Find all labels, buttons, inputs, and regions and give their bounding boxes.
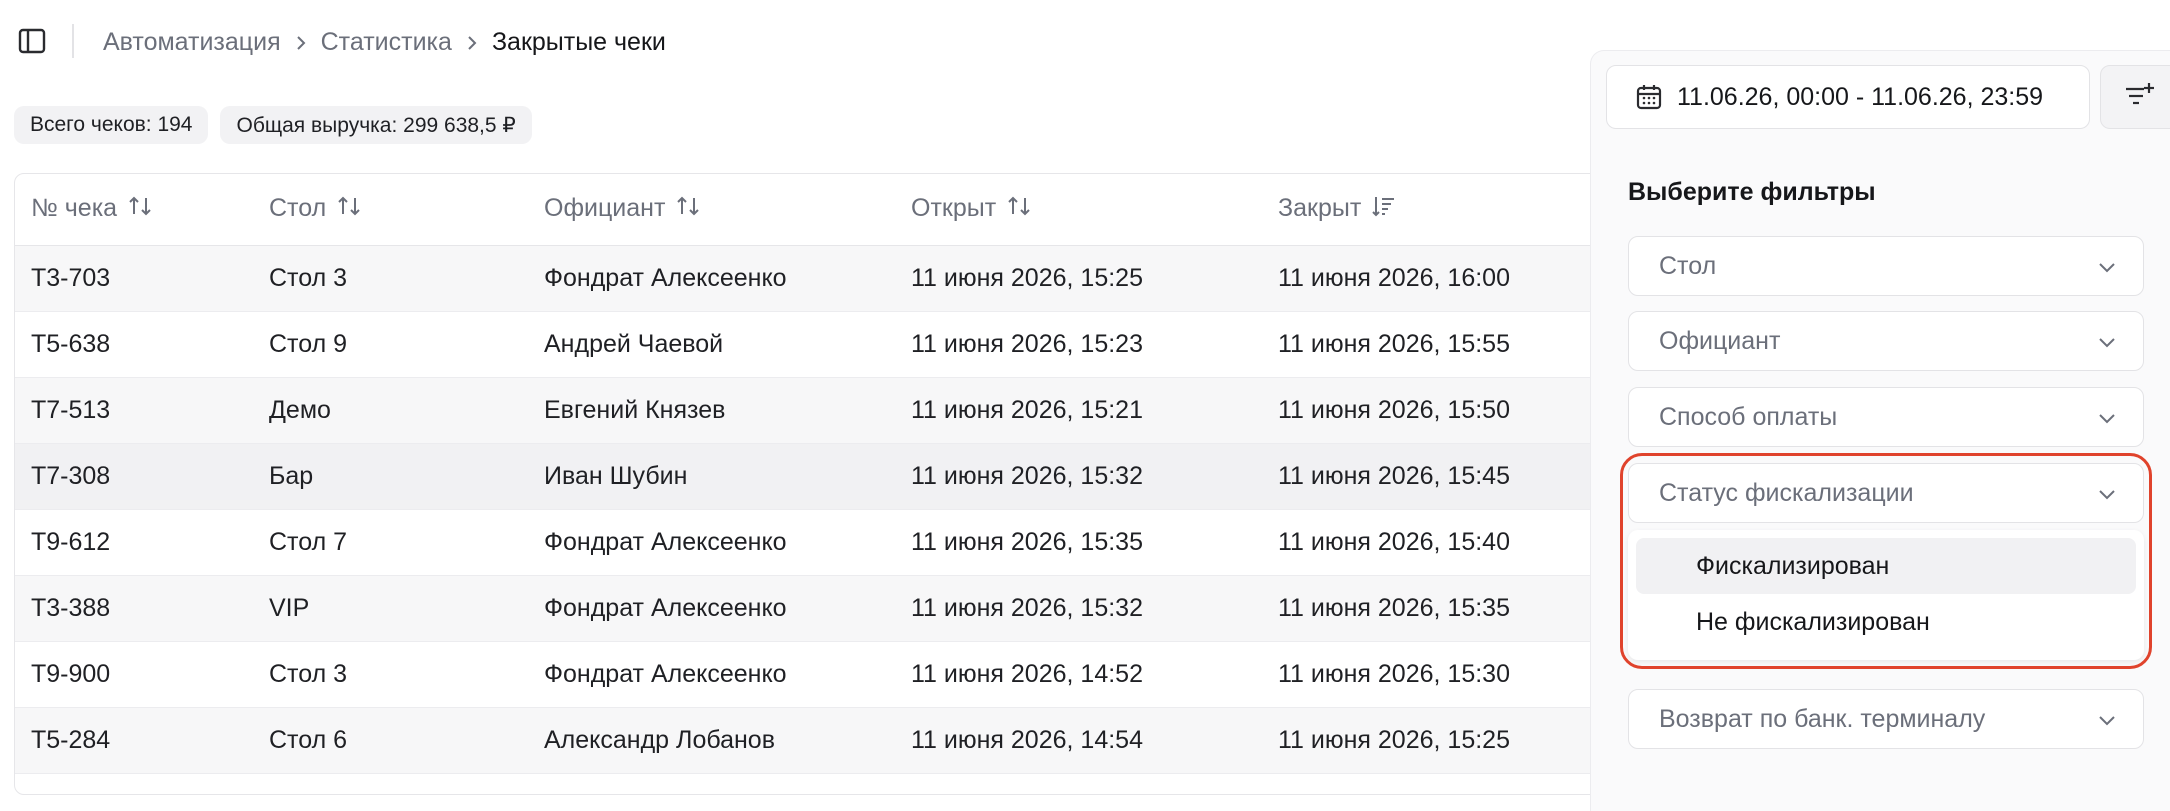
select-label: Способ оплаты bbox=[1659, 402, 1838, 431]
cell-waiter: Фондрат Алексеенко bbox=[528, 641, 895, 708]
column-header-waiter[interactable]: Официант bbox=[528, 174, 895, 246]
cell-check-number: T5-638 bbox=[15, 311, 253, 378]
sort-descending-icon[interactable] bbox=[1371, 194, 1397, 225]
cell-opened: 11 июня 2026, 15:23 bbox=[895, 311, 1262, 378]
cell-check-number: T3-388 bbox=[15, 575, 253, 642]
top-bar: Автоматизация Статистика Закрытые чеки bbox=[0, 0, 1600, 84]
cell-opened: 11 июня 2026, 14:52 bbox=[895, 641, 1262, 708]
table-row[interactable]: T3-703 Стол 3 Фондрат Алексеенко 11 июня… bbox=[15, 245, 1655, 312]
table-row[interactable]: T7-308 Бар Иван Шубин 11 июня 2026, 15:3… bbox=[15, 443, 1655, 510]
cell-waiter: Александр Лобанов bbox=[528, 707, 895, 774]
filter-add-icon bbox=[2123, 80, 2157, 115]
select-label: Стол bbox=[1659, 251, 1717, 280]
cell-waiter: Андрей Чаевой bbox=[528, 311, 895, 378]
chevron-down-icon bbox=[2097, 252, 2117, 281]
table-row[interactable]: T9-900 Стол 3 Фондрат Алексеенко 11 июня… bbox=[15, 641, 1655, 708]
table-row[interactable]: T5-284 Стол 6 Александр Лобанов 11 июня … bbox=[15, 707, 1655, 774]
cell-check-number: T7-513 bbox=[15, 377, 253, 444]
chevron-down-icon bbox=[2097, 403, 2117, 432]
cell-waiter: Евгений Князев bbox=[528, 377, 895, 444]
chevron-right-icon bbox=[281, 28, 321, 57]
cell-opened: 11 июня 2026, 15:21 bbox=[895, 377, 1262, 444]
cell-table: VIP bbox=[253, 575, 528, 642]
table-row[interactable]: T5-638 Стол 9 Андрей Чаевой 11 июня 2026… bbox=[15, 311, 1655, 378]
cell-opened: 11 июня 2026, 15:32 bbox=[895, 575, 1262, 642]
cell-waiter: Фондрат Алексеенко bbox=[528, 245, 895, 312]
total-checks-badge: Всего чеков: 194 bbox=[14, 106, 209, 144]
cell-check-number: T9-612 bbox=[15, 509, 253, 576]
cell-table: Бар bbox=[253, 443, 528, 510]
select-label: Возврат по банк. терминалу bbox=[1659, 704, 1986, 733]
cell-table: Стол 3 bbox=[253, 641, 528, 708]
cell-table: Стол 9 bbox=[253, 311, 528, 378]
cell-opened: 11 июня 2026, 15:25 bbox=[895, 245, 1262, 312]
stats-bar: Всего чеков: 194 Общая выручка: 299 638,… bbox=[14, 106, 532, 144]
cell-waiter: Фондрат Алексеенко bbox=[528, 509, 895, 576]
cell-opened: 11 июня 2026, 14:54 bbox=[895, 707, 1262, 774]
checks-table: № чека Стол Официант Открыт Закрыт T3-70… bbox=[14, 173, 1656, 795]
date-range-value: 11.06.26, 00:00 - 11.06.26, 23:59 bbox=[1677, 82, 2044, 111]
chevron-down-icon bbox=[2097, 327, 2117, 356]
cell-check-number: T9-900 bbox=[15, 641, 253, 708]
cell-table: Демо bbox=[253, 377, 528, 444]
sort-icon[interactable] bbox=[675, 194, 701, 225]
cell-table: Стол 7 bbox=[253, 509, 528, 576]
column-header-opened[interactable]: Открыт bbox=[895, 174, 1262, 246]
cell-waiter: Иван Шубин bbox=[528, 443, 895, 510]
chevron-down-icon bbox=[2097, 705, 2117, 734]
cell-table: Стол 3 bbox=[253, 245, 528, 312]
table-row[interactable]: T9-612 Стол 7 Фондрат Алексеенко 11 июня… bbox=[15, 509, 1655, 576]
table-row[interactable]: T7-513 Демо Евгений Князев 11 июня 2026,… bbox=[15, 377, 1655, 444]
breadcrumb-statistics[interactable]: Статистика bbox=[321, 28, 452, 57]
cell-check-number: T3-703 bbox=[15, 245, 253, 312]
date-range-picker[interactable]: 11.06.26, 00:00 - 11.06.26, 23:59 bbox=[1606, 65, 2090, 129]
column-header-table[interactable]: Стол bbox=[253, 174, 528, 246]
cell-check-number: T7-308 bbox=[15, 443, 253, 510]
breadcrumb: Автоматизация Статистика Закрытые чеки bbox=[103, 24, 666, 60]
cell-opened: 11 июня 2026, 15:35 bbox=[895, 509, 1262, 576]
highlight-outline bbox=[1620, 453, 2152, 669]
chevron-right-icon bbox=[452, 28, 492, 57]
payment-method-filter-select[interactable]: Способ оплаты bbox=[1628, 387, 2144, 447]
sidebar-toggle-icon[interactable] bbox=[18, 28, 48, 56]
table-filter-select[interactable]: Стол bbox=[1628, 236, 2144, 296]
calendar-icon bbox=[1635, 83, 1663, 111]
sort-icon[interactable] bbox=[336, 194, 362, 225]
cell-opened: 11 июня 2026, 15:32 bbox=[895, 443, 1262, 510]
table-row[interactable]: T3-388 VIP Фондрат Алексеенко 11 июня 20… bbox=[15, 575, 1655, 642]
header-divider bbox=[72, 24, 74, 58]
breadcrumb-closed-checks: Закрытые чеки bbox=[491, 27, 666, 56]
bank-terminal-refund-filter-select[interactable]: Возврат по банк. терминалу bbox=[1628, 689, 2144, 749]
cell-waiter: Фондрат Алексеенко bbox=[528, 575, 895, 642]
total-revenue-badge: Общая выручка: 299 638,5 ₽ bbox=[220, 106, 532, 144]
filters-title: Выберите фильтры bbox=[1628, 178, 1876, 206]
add-filter-button[interactable] bbox=[2100, 65, 2170, 129]
cell-table: Стол 6 bbox=[253, 707, 528, 774]
waiter-filter-select[interactable]: Официант bbox=[1628, 311, 2144, 371]
column-header-check-number[interactable]: № чека bbox=[15, 174, 253, 246]
sort-icon[interactable] bbox=[127, 194, 153, 225]
select-label: Официант bbox=[1659, 326, 1781, 355]
sort-icon[interactable] bbox=[1006, 194, 1032, 225]
cell-check-number: T5-284 bbox=[15, 707, 253, 774]
table-header-row: № чека Стол Официант Открыт Закрыт bbox=[15, 174, 1655, 246]
breadcrumb-automation[interactable]: Автоматизация bbox=[103, 28, 281, 57]
